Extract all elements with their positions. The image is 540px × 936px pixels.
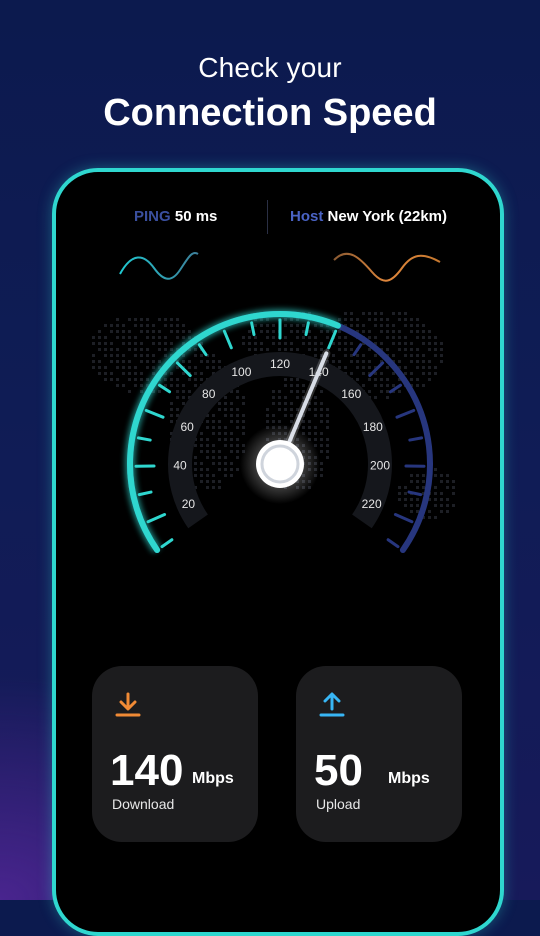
gauge-tick (224, 331, 231, 348)
gauge-tick (388, 540, 398, 547)
download-label: Download (112, 796, 174, 812)
gauge-tick (306, 323, 308, 335)
host-value: New York (22km) (328, 208, 448, 225)
upload-label: Upload (316, 796, 360, 812)
gauge-tick (148, 515, 164, 522)
gauge-tick (199, 345, 206, 355)
gauge-tick (146, 410, 163, 417)
gauge-tick-label: 180 (363, 420, 383, 434)
upload-icon (318, 692, 346, 718)
upload-unit: Mbps (388, 770, 430, 788)
download-unit: Mbps (192, 770, 234, 788)
host-wave-icon (332, 248, 442, 282)
gauge-tick-label: 120 (270, 357, 290, 371)
gauge-tick (138, 438, 150, 440)
ping-label: PING (134, 208, 171, 225)
gauge-tick (252, 323, 254, 335)
gauge-tick (139, 492, 151, 495)
download-icon (114, 692, 142, 718)
gauge-tick (177, 363, 190, 376)
gauge-tick-label: 100 (231, 365, 251, 379)
gauge-tick-label: 200 (370, 459, 390, 473)
phone-frame: PING 50 ms Host New York (22km) 20 40 60 80… (52, 168, 504, 936)
gauge-tick-label: 20 (182, 497, 196, 511)
gauge-tick-label: 40 (173, 459, 187, 473)
gauge-tick (370, 363, 383, 376)
gauge-tick (397, 410, 414, 417)
upload-card[interactable]: 50 Mbps Upload (296, 666, 462, 842)
gauge-tick (410, 438, 422, 440)
gauge-tick (395, 515, 411, 522)
host-label: Host (290, 208, 323, 225)
gauge-tick (162, 540, 172, 547)
download-value: 140 (110, 746, 183, 796)
gauge-tick (329, 331, 336, 348)
gauge-tick (390, 385, 400, 392)
ping-info: PING 50 ms (134, 208, 217, 225)
gauge-tick-label: 220 (362, 497, 382, 511)
stats-divider (267, 200, 268, 234)
host-info[interactable]: Host New York (22km) (290, 208, 447, 225)
upload-value: 50 (314, 746, 363, 796)
gauge-tick-label: 60 (180, 420, 194, 434)
gauge-tick-label: 80 (202, 387, 216, 401)
gauge-tick (159, 385, 169, 392)
ping-wave-icon (118, 248, 200, 282)
speed-gauge: 20406080100120140160180200220 (56, 282, 500, 642)
headline-line-2: Connection Speed (0, 92, 540, 135)
headline-line-1: Check your (0, 52, 540, 84)
download-card[interactable]: 140 Mbps Download (92, 666, 258, 842)
gauge-tick (354, 345, 361, 355)
ping-value: 50 ms (175, 208, 218, 225)
gauge-tick (409, 492, 421, 495)
gauge-tick-label: 160 (341, 387, 361, 401)
